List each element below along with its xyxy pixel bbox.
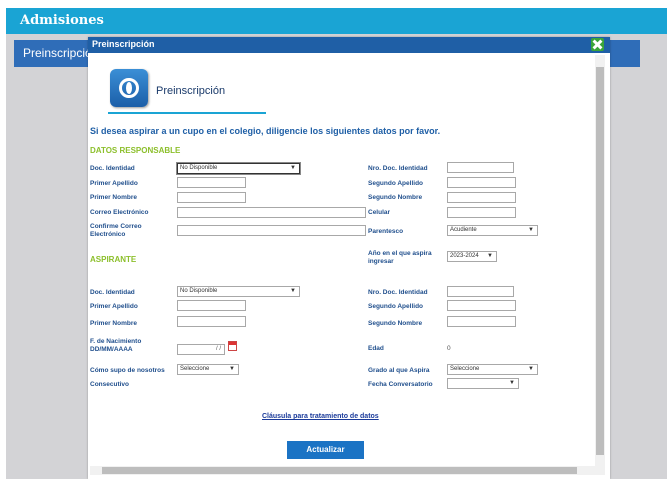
asp-como-supo-label: Cómo supo de nosotros [90, 367, 165, 374]
vertical-scrollbar[interactable] [595, 55, 605, 475]
resp-primer-nombre-label: Primer Nombre [90, 194, 137, 201]
asp-segundo-nombre-input[interactable] [447, 316, 516, 327]
resp-primer-nombre-input[interactable] [177, 192, 246, 203]
resp-segundo-nombre-input[interactable] [447, 192, 516, 203]
resp-confirme-label-2: Electrónico [90, 231, 126, 238]
asp-fecha-conv-select[interactable]: ▼ [447, 378, 519, 389]
update-button[interactable]: Actualizar [287, 441, 364, 459]
anio-label-2: ingresar [368, 258, 394, 265]
resp-doc-value: No Disponible [180, 165, 218, 171]
resp-confirme-correo-input[interactable] [177, 225, 366, 236]
resp-primer-apellido-input[interactable] [177, 177, 246, 188]
asp-doc-value: No Disponible [180, 288, 218, 294]
resp-nro-doc-label: Nro. Doc. Identidad [368, 165, 428, 172]
resp-celular-label: Celular [368, 209, 391, 216]
resp-correo-label: Correo Electrónico [90, 209, 149, 216]
asp-edad-label: Edad [368, 345, 384, 352]
data-policy-link[interactable]: Cláusula para tratamiento de datos [262, 413, 379, 420]
resp-doc-label: Doc. Identidad [90, 165, 135, 172]
chevron-down-icon: ▼ [290, 288, 296, 294]
app-header: Admisiones [6, 8, 667, 34]
resp-parentesco-select[interactable]: Acudiente ▼ [447, 225, 538, 236]
chevron-down-icon: ▼ [509, 380, 515, 386]
asp-segundo-nombre-label: Segundo Nombre [368, 320, 423, 327]
logo-icon [110, 69, 148, 107]
asp-consecutivo-label: Consecutivo [90, 381, 130, 388]
chevron-down-icon: ▼ [528, 366, 534, 372]
horizontal-scroll-thumb[interactable] [102, 467, 577, 474]
asp-como-supo-value: Seleccione [180, 366, 210, 372]
resp-correo-input[interactable] [177, 207, 366, 218]
asp-nacimiento-input[interactable]: / / [177, 344, 225, 355]
asp-fecha-conv-label: Fecha Conversatorio [368, 381, 433, 388]
resp-parentesco-value: Acudiente [450, 227, 477, 233]
asp-nro-doc-label: Nro. Doc. Identidad [368, 289, 428, 296]
asp-doc-label: Doc. Identidad [90, 289, 135, 296]
asp-grado-label: Grado al que Aspira [368, 367, 430, 374]
resp-doc-select[interactable]: No Disponible ▼ [177, 163, 300, 174]
asp-edad-value: 0 [447, 345, 451, 352]
title-divider [108, 112, 266, 114]
resp-segundo-apellido-label: Segundo Apellido [368, 180, 424, 187]
asp-primer-nombre-input[interactable] [177, 316, 246, 327]
resp-primer-apellido-label: Primer Apellido [90, 180, 138, 187]
asp-primer-nombre-label: Primer Nombre [90, 320, 137, 327]
app-title: Admisiones [20, 13, 104, 28]
resp-confirme-label-1: Confirme Correo [90, 223, 142, 230]
asp-nacimiento-label-2: DD/MM/AAAA [90, 346, 133, 353]
section-responsable: DATOS RESPONSABLE [90, 146, 181, 155]
preinscription-dialog: Preinscripción Preinscripción Si desea a… [88, 37, 610, 479]
resp-segundo-nombre-label: Segundo Nombre [368, 194, 423, 201]
chevron-down-icon: ▼ [229, 366, 235, 372]
horizontal-scrollbar[interactable] [90, 466, 595, 475]
vertical-scroll-thumb[interactable] [596, 67, 604, 455]
asp-doc-select[interactable]: No Disponible ▼ [177, 286, 300, 297]
calendar-icon[interactable] [228, 341, 237, 351]
asp-nro-doc-input[interactable] [447, 286, 514, 297]
dialog-title: Preinscripción [92, 39, 155, 49]
asp-segundo-apellido-input[interactable] [447, 300, 516, 311]
section-aspirante: ASPIRANTE [90, 255, 137, 264]
page-title: Preinscripción [156, 85, 226, 97]
chevron-down-icon: ▼ [290, 165, 296, 171]
asp-nacimiento-label-1: F. de Nacimiento [90, 338, 142, 345]
anio-label-1: Año en el que aspira [368, 250, 432, 257]
intro-text: Si desea aspirar a un cupo en el colegio… [90, 126, 441, 136]
dialog-header: Preinscripción [88, 37, 610, 53]
asp-grado-select[interactable]: Seleccione ▼ [447, 364, 538, 375]
resp-parentesco-label: Parentesco [368, 228, 404, 235]
asp-como-supo-select[interactable]: Seleccione ▼ [177, 364, 239, 375]
resp-segundo-apellido-input[interactable] [447, 177, 516, 188]
anio-value: 2023-2024 [450, 253, 479, 259]
chevron-down-icon: ▼ [487, 253, 493, 259]
asp-grado-value: Seleccione [450, 366, 480, 372]
chevron-down-icon: ▼ [528, 227, 534, 233]
anio-select[interactable]: 2023-2024 ▼ [447, 251, 497, 262]
resp-celular-input[interactable] [447, 207, 516, 218]
close-icon[interactable] [591, 38, 604, 51]
asp-segundo-apellido-label: Segundo Apellido [368, 303, 424, 310]
resp-nro-doc-input[interactable] [447, 162, 514, 173]
asp-primer-apellido-input[interactable] [177, 300, 246, 311]
asp-primer-apellido-label: Primer Apellido [90, 303, 138, 310]
